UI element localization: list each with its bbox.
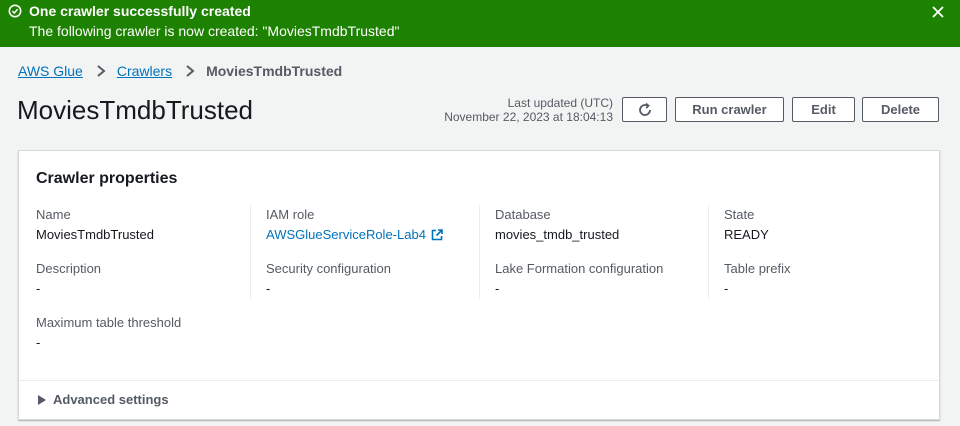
field-label: Table prefix bbox=[724, 261, 791, 276]
field-value: READY bbox=[724, 227, 769, 242]
field-label: State bbox=[724, 207, 755, 222]
breadcrumb-current: MoviesTmdbTrusted bbox=[206, 63, 343, 79]
crawler-properties-panel: Crawler properties Name MoviesTmdbTruste… bbox=[18, 150, 940, 420]
caret-right-icon bbox=[38, 394, 46, 405]
column-divider bbox=[708, 205, 709, 299]
field-value: - bbox=[36, 335, 41, 350]
field-security-configuration: Security configuration - bbox=[266, 261, 391, 296]
run-crawler-button[interactable]: Run crawler bbox=[675, 97, 784, 122]
panel-title: Crawler properties bbox=[36, 170, 178, 187]
edit-button[interactable]: Edit bbox=[792, 97, 855, 122]
field-value: - bbox=[266, 281, 271, 296]
field-label: Database bbox=[495, 207, 551, 222]
breadcrumb: AWS Glue Crawlers MoviesTmdbTrusted bbox=[18, 63, 342, 79]
field-value: movies_tmdb_trusted bbox=[495, 227, 620, 242]
column-divider bbox=[250, 205, 251, 299]
column-divider bbox=[479, 205, 480, 299]
field-value: - bbox=[724, 281, 729, 296]
field-value: - bbox=[495, 281, 500, 296]
field-state: State READY bbox=[724, 207, 769, 242]
breadcrumb-aws-glue[interactable]: AWS Glue bbox=[18, 63, 83, 79]
last-updated-value: November 22, 2023 at 18:04:13 bbox=[444, 110, 613, 124]
success-flash-banner: One crawler successfully created The fol… bbox=[0, 0, 960, 47]
chevron-right-icon bbox=[186, 65, 195, 77]
iam-role-link-text[interactable]: AWSGlueServiceRole-Lab4 bbox=[266, 227, 426, 242]
check-circle-icon bbox=[8, 4, 22, 18]
flash-message: The following crawler is now created: "M… bbox=[29, 23, 400, 39]
field-label: Security configuration bbox=[266, 261, 392, 276]
chevron-right-icon bbox=[97, 65, 106, 77]
iam-role-link[interactable]: AWSGlueServiceRole-Lab4 bbox=[266, 227, 443, 242]
field-iam-role: IAM role AWSGlueServiceRole-Lab4 bbox=[266, 207, 443, 242]
field-max-table-threshold: Maximum table threshold - bbox=[36, 315, 181, 350]
field-label: Maximum table threshold bbox=[36, 315, 182, 330]
field-label: Description bbox=[36, 261, 102, 276]
field-table-prefix: Table prefix - bbox=[724, 261, 790, 296]
flash-title: One crawler successfully created bbox=[29, 3, 251, 19]
external-link-icon bbox=[431, 228, 443, 240]
advanced-settings-toggle[interactable]: Advanced settings bbox=[38, 392, 169, 407]
page-title: MoviesTmdbTrusted bbox=[17, 95, 253, 125]
section-divider bbox=[19, 380, 939, 381]
advanced-settings-label[interactable]: Advanced settings bbox=[53, 392, 169, 407]
field-name: Name MoviesTmdbTrusted bbox=[36, 207, 154, 242]
field-label: Lake Formation configuration bbox=[495, 261, 664, 276]
field-value: MoviesTmdbTrusted bbox=[36, 227, 154, 242]
refresh-icon bbox=[638, 102, 651, 116]
last-updated-label: Last updated (UTC) bbox=[507, 96, 613, 110]
delete-button[interactable]: Delete bbox=[862, 97, 939, 122]
close-icon[interactable] bbox=[930, 4, 946, 20]
field-label: IAM role bbox=[266, 207, 315, 222]
last-updated: Last updated (UTC) November 22, 2023 at … bbox=[444, 96, 613, 124]
breadcrumb-crawlers[interactable]: Crawlers bbox=[117, 63, 172, 79]
refresh-button[interactable] bbox=[622, 97, 667, 122]
field-label: Name bbox=[36, 207, 71, 222]
field-value: - bbox=[36, 281, 41, 296]
field-database: Database movies_tmdb_trusted bbox=[495, 207, 619, 242]
field-description: Description - bbox=[36, 261, 101, 296]
field-lake-formation: Lake Formation configuration - bbox=[495, 261, 663, 296]
